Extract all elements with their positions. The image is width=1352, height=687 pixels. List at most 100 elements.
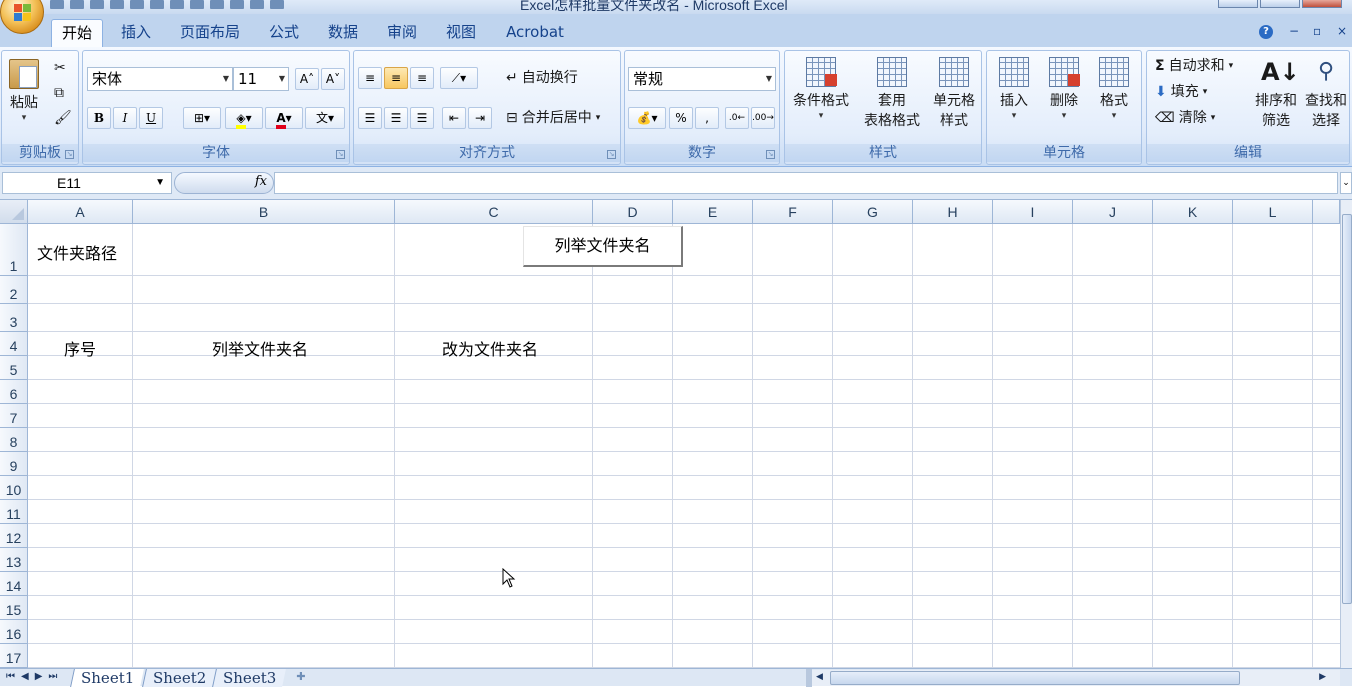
row-header-9[interactable]: 9	[0, 452, 28, 476]
row-header-8[interactable]: 8	[0, 428, 28, 452]
column-header-l[interactable]: L	[1233, 200, 1313, 224]
wrap-text-button[interactable]: ↵ 自动换行	[506, 67, 578, 89]
quick-access-toolbar[interactable]	[50, 0, 284, 10]
row-header-14[interactable]: 14	[0, 572, 28, 596]
percent-button[interactable]: %	[669, 107, 693, 129]
column-header-d[interactable]: D	[593, 200, 673, 224]
new-icon[interactable]	[130, 0, 144, 9]
prev-sheet-icon[interactable]: ◀	[21, 671, 29, 682]
tab-view[interactable]: 视图	[435, 19, 487, 47]
list-folders-button[interactable]: 列举文件夹名	[523, 226, 683, 267]
decrease-indent-button[interactable]: ⇤	[442, 107, 466, 129]
tab-review[interactable]: 审阅	[376, 19, 428, 47]
formula-input[interactable]	[274, 172, 1338, 194]
align-right-button[interactable]: ☰	[410, 107, 434, 129]
tab-page-layout[interactable]: 页面布局	[170, 19, 250, 47]
horizontal-scroll-thumb[interactable]	[830, 671, 1240, 685]
dialog-launcher-icon[interactable]: ↘	[607, 150, 616, 159]
column-header-g[interactable]: G	[833, 200, 913, 224]
increase-decimal-button[interactable]: .0←	[725, 107, 749, 129]
italic-button[interactable]: I	[113, 107, 137, 129]
align-middle-button[interactable]: ≡	[384, 67, 408, 89]
row-header-15[interactable]: 15	[0, 596, 28, 620]
cell-a4[interactable]: 序号	[64, 336, 96, 360]
column-header-i[interactable]: I	[993, 200, 1073, 224]
minimize-button[interactable]	[1218, 0, 1258, 8]
sheet-tab-1[interactable]: Sheet1	[70, 669, 145, 687]
tab-acrobat[interactable]: Acrobat	[495, 19, 575, 47]
column-header-j[interactable]: J	[1073, 200, 1153, 224]
merge-center-button[interactable]: ⊟ 合并后居中 ▾	[506, 107, 600, 129]
accounting-format-button[interactable]: 💰▾	[628, 107, 666, 129]
align-center-button[interactable]: ☰	[384, 107, 408, 129]
font-size-select[interactable]: 11 ▼	[233, 67, 289, 91]
row-header-6[interactable]: 6	[0, 380, 28, 404]
paste-button[interactable]: 粘贴 ▾	[4, 59, 44, 123]
insert-cells-button[interactable]: 插入 ▾	[991, 57, 1037, 121]
tab-insert[interactable]: 插入	[110, 19, 162, 47]
row-header-10[interactable]: 10	[0, 476, 28, 500]
row-header-13[interactable]: 13	[0, 548, 28, 572]
grow-font-button[interactable]: A˄	[295, 68, 319, 90]
vertical-scroll-thumb[interactable]	[1342, 214, 1352, 604]
cell-a1[interactable]: 文件夹路径	[37, 240, 117, 264]
sort-filter-button[interactable]: A↓ 排序和 筛选	[1251, 57, 1301, 131]
select-all-button[interactable]	[0, 200, 28, 224]
customize-qat-icon[interactable]	[270, 0, 284, 9]
borders-button[interactable]: ⊞▾	[183, 107, 221, 129]
ribbon-minimize-icon[interactable]: −	[1289, 24, 1299, 38]
help-icon[interactable]: ?	[1259, 25, 1273, 39]
increase-indent-button[interactable]: ⇥	[468, 107, 492, 129]
delete-cells-button[interactable]: 删除 ▾	[1041, 57, 1087, 121]
open-icon[interactable]	[150, 0, 164, 9]
bold-button[interactable]: B	[87, 107, 111, 129]
first-sheet-icon[interactable]: ⏮	[6, 671, 15, 682]
row-header-4[interactable]: 4	[0, 332, 28, 356]
copy-button[interactable]: ⧉	[54, 82, 64, 104]
row-header-11[interactable]: 11	[0, 500, 28, 524]
quick-print-icon[interactable]	[210, 0, 224, 9]
email-icon[interactable]	[170, 0, 184, 9]
sheet-tab-2[interactable]: Sheet2	[142, 669, 217, 687]
find-select-button[interactable]: ⚲ 查找和 选择	[1301, 57, 1351, 131]
worksheet-grid[interactable]: ABCDEFGHIJKL 1 2 3 4 5 6 7 8 9 10 11 12 13 14 15 16 17	[0, 200, 1340, 668]
sort-icon[interactable]	[250, 0, 264, 9]
column-header-b[interactable]: B	[133, 200, 395, 224]
fill-color-button[interactable]: ◈▾	[225, 107, 263, 129]
print-preview-icon[interactable]	[110, 0, 124, 9]
insert-function-button[interactable]: fx	[174, 172, 274, 194]
row-header-1[interactable]: 1	[0, 224, 28, 276]
format-cells-button[interactable]: 格式 ▾	[1091, 57, 1137, 121]
dialog-launcher-icon[interactable]: ↘	[65, 150, 74, 159]
format-painter-button[interactable]: 🖌	[54, 107, 72, 129]
maximize-button[interactable]	[1260, 0, 1300, 8]
save-icon[interactable]	[50, 0, 64, 9]
align-top-button[interactable]: ≡	[358, 67, 382, 89]
row-header-2[interactable]: 2	[0, 276, 28, 304]
shrink-font-button[interactable]: A˅	[321, 68, 345, 90]
row-header-5[interactable]: 5	[0, 356, 28, 380]
font-name-select[interactable]: 宋体 ▼	[87, 67, 233, 91]
row-header-17[interactable]: 17	[0, 644, 28, 668]
orientation-button[interactable]: ⟋▾	[440, 67, 478, 89]
cell-c4[interactable]: 改为文件夹名	[442, 336, 538, 360]
ribbon-restore-icon[interactable]: ▫	[1313, 24, 1321, 38]
column-header-e[interactable]: E	[673, 200, 753, 224]
cell-area[interactable]	[28, 224, 1340, 668]
column-header-c[interactable]: C	[395, 200, 593, 224]
insert-sheet-icon[interactable]: ✚	[290, 670, 312, 686]
redo-icon[interactable]	[90, 0, 104, 9]
chevron-down-icon[interactable]: ▼	[155, 173, 165, 193]
format-as-table-button[interactable]: 套用 表格格式	[853, 57, 931, 131]
cut-button[interactable]: ✂	[54, 57, 66, 79]
close-button[interactable]	[1302, 0, 1342, 8]
last-sheet-icon[interactable]: ⏭	[48, 671, 57, 682]
conditional-formatting-button[interactable]: 条件格式 ▾	[789, 57, 853, 121]
scroll-right-icon[interactable]: ▶	[1319, 672, 1326, 682]
clear-button[interactable]: ⌫ 清除 ▾	[1155, 107, 1215, 129]
name-box[interactable]: E11 ▼	[2, 172, 172, 194]
horizontal-scrollbar[interactable]: ◀ ▶	[812, 670, 1340, 686]
dialog-launcher-icon[interactable]: ↘	[766, 150, 775, 159]
vertical-scrollbar[interactable]	[1340, 200, 1352, 668]
cell-styles-button[interactable]: 单元格 样式	[927, 57, 981, 131]
